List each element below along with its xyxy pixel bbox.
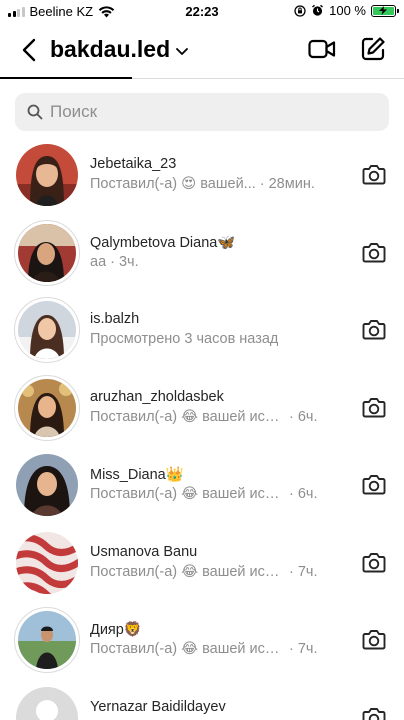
conversation-preview: аа · 3ч. <box>90 254 139 270</box>
conversation-name: Usmanova Banu <box>90 543 198 560</box>
active-tab-indicator <box>0 77 132 79</box>
conversation-name: Miss_Diana👑 <box>90 467 184 483</box>
conversation-preview: Просмотрено 3 часов назад <box>90 331 282 347</box>
message-time: · 6ч. <box>289 486 318 502</box>
last-message: аа <box>90 253 107 270</box>
alarm-icon <box>312 4 324 16</box>
conversation-preview: Поставил(-а) 😂 вашей исто... · 6ч. <box>90 409 318 425</box>
avatar <box>16 144 78 206</box>
conversation-row[interactable]: Yernazar Baidildayev <box>0 679 404 720</box>
conversation-list: Jebetaika_23 Поставил(-а) 😍 вашей... · 2… <box>0 136 404 720</box>
conversation-preview: Поставил(-а) 😂 вашей исто... · 7ч. <box>90 564 318 580</box>
orientation-lock-icon <box>294 4 306 17</box>
battery-icon <box>371 4 399 17</box>
search-bar[interactable] <box>15 93 389 131</box>
camera-icon[interactable] <box>362 241 386 263</box>
conversation-row[interactable]: Qalymbetova Diana🦋 аа · 3ч. <box>0 214 404 292</box>
conversation-name: Jebetaika_23 <box>90 156 177 172</box>
search-input[interactable] <box>50 102 350 122</box>
direct-messages-screen: Beeline KZ 22:23 100 % bakdau.led Поиск … <box>0 0 404 720</box>
avatar <box>18 223 76 282</box>
message-time: · 28мин. <box>259 176 315 192</box>
last-message: Поставил(-а) 😂 вашей исто... <box>90 486 285 502</box>
status-bar: Beeline KZ 22:23 100 % <box>0 0 404 22</box>
conversation-row[interactable]: aruzhan_zholdasbek Поставил(-а) 😂 вашей … <box>0 369 404 447</box>
message-time: · 7ч. <box>289 641 318 657</box>
conversation-preview: Поставил(-а) 😂 вашей исто... · 6ч. <box>90 486 318 502</box>
camera-icon[interactable] <box>362 473 386 495</box>
search-icon <box>27 104 43 120</box>
last-message: Поставил(-а) 😂 вашей исто... <box>90 563 285 580</box>
last-message: Просмотрено 3 часов назад <box>90 331 279 347</box>
conversation-name: is.balzh <box>90 311 140 327</box>
conversation-preview: Поставил(-а) 😂 вашей исто... · 7ч. <box>90 641 318 657</box>
conversation-row[interactable]: is.balzh Просмотрено 3 часов назад <box>0 291 404 369</box>
message-time: · 6ч. <box>289 408 318 425</box>
last-message: Поставил(-а) 😍 вашей... <box>90 176 256 192</box>
conversation-name: Yernazar Baidildayev <box>90 698 226 715</box>
battery-percent: 100 % <box>329 3 366 18</box>
message-time: · 7ч. <box>289 563 318 580</box>
message-time: · 3ч. <box>110 253 139 270</box>
status-right: 100 % <box>294 3 399 18</box>
chevron-down-icon <box>176 47 189 55</box>
conversation-name: aruzhan_zholdasbek <box>90 388 224 405</box>
avatar <box>18 378 76 437</box>
camera-icon[interactable] <box>362 318 386 340</box>
conversation-preview: Поставил(-а) 😍 вашей... · 28мин. <box>90 176 315 192</box>
avatar <box>16 686 78 720</box>
camera-icon[interactable] <box>362 628 386 650</box>
avatar <box>16 531 78 594</box>
conversation-name: Дияр🦁 <box>90 622 142 638</box>
back-icon[interactable] <box>20 38 38 62</box>
camera-icon[interactable] <box>362 551 386 573</box>
camera-icon[interactable] <box>362 396 386 418</box>
conversation-row[interactable]: Miss_Diana👑 Поставил(-а) 😂 вашей исто...… <box>0 446 404 524</box>
camera-icon[interactable] <box>362 706 386 720</box>
avatar <box>18 301 76 359</box>
conversation-row[interactable]: Usmanova Banu Поставил(-а) 😂 вашей исто.… <box>0 524 404 602</box>
header: bakdau.led <box>0 30 404 70</box>
conversation-name: Qalymbetova Diana🦋 <box>90 234 236 251</box>
avatar <box>18 611 76 669</box>
last-message: Поставил(-а) 😂 вашей исто... <box>90 641 285 657</box>
avatar <box>16 454 78 516</box>
conversation-row[interactable]: Дияр🦁 Поставил(-а) 😂 вашей исто... · 7ч. <box>0 601 404 679</box>
compose-icon[interactable] <box>360 36 386 62</box>
account-switcher[interactable]: bakdau.led <box>50 36 189 63</box>
last-message: Поставил(-а) 😂 вашей исто... <box>90 408 285 425</box>
conversation-row[interactable]: Jebetaika_23 Поставил(-а) 😍 вашей... · 2… <box>0 136 404 214</box>
video-call-icon[interactable] <box>308 38 336 60</box>
account-title: bakdau.led <box>50 36 171 62</box>
camera-icon[interactable] <box>362 163 386 185</box>
